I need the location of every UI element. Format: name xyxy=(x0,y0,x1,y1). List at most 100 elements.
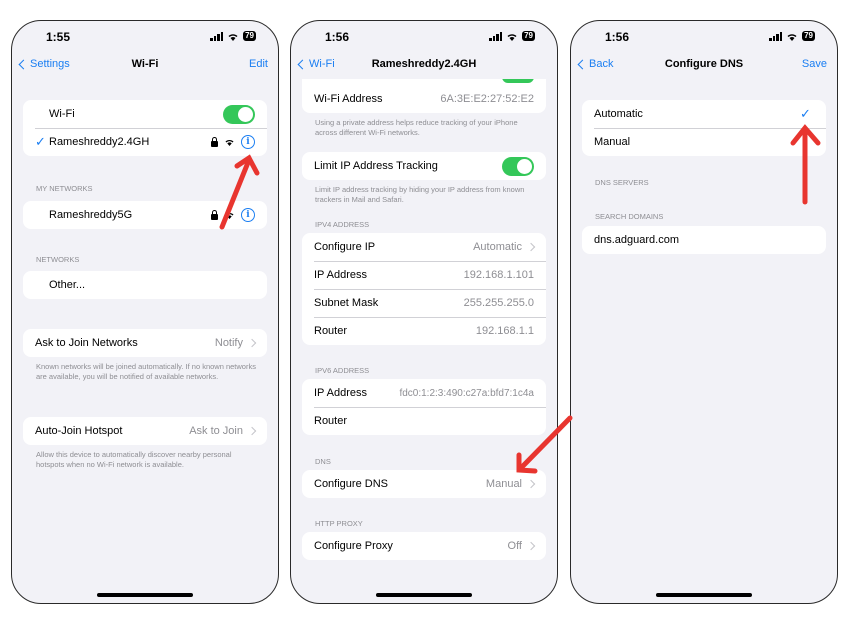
networks-card: Other... xyxy=(23,271,267,299)
back-label: Settings xyxy=(30,58,70,70)
ipv4-row-value: 255.255.255.0 xyxy=(463,297,534,309)
chevron-left-icon xyxy=(18,59,29,69)
ask-join-value: Notify xyxy=(214,337,243,349)
status-bar: 1:56 79 xyxy=(291,29,557,45)
wifi-status-icon xyxy=(507,33,517,41)
limit-ip-toggle[interactable] xyxy=(502,156,534,176)
ipv4-card: Configure IP Automatic IP Address 192.16… xyxy=(302,233,546,345)
phone-screen-network-details: 1:56 79 Wi-Fi Rameshreddy2.4GH Wi-Fi Add… xyxy=(290,20,558,604)
networks-header: NETWORKS xyxy=(36,255,80,264)
ipv4-row-label: Router xyxy=(314,325,348,337)
edit-button[interactable]: Edit xyxy=(249,58,268,70)
subnet-mask-row: Subnet Mask 255.255.255.0 xyxy=(302,289,546,317)
status-time: 1:55 xyxy=(46,30,71,44)
back-label: Wi-Fi xyxy=(309,58,335,70)
ipv6-ip-label: IP Address xyxy=(314,387,367,399)
back-button[interactable]: Settings xyxy=(18,58,70,70)
private-address-toggle[interactable] xyxy=(502,79,534,83)
auto-join-label: Auto-Join Hotspot xyxy=(35,425,123,437)
wifi-signal-icon xyxy=(225,139,234,146)
status-icons: 79 xyxy=(210,31,256,41)
wifi-toggle[interactable] xyxy=(223,104,255,124)
wifi-address-row: Wi-Fi Address 6A:3E:E2:27:52:E2 xyxy=(302,85,546,113)
wifi-label: Wi-Fi xyxy=(49,108,75,120)
ask-join-label: Ask to Join Networks xyxy=(35,337,138,349)
chevron-right-icon xyxy=(526,541,536,551)
checkmark-icon: ✓ xyxy=(800,106,811,121)
ask-join-footer: Known networks will be joined automatica… xyxy=(36,362,256,381)
auto-join-row[interactable]: Auto-Join Hotspot Ask to Join xyxy=(23,417,267,445)
save-button[interactable]: Save xyxy=(802,58,827,70)
wifi-status-icon xyxy=(787,33,797,41)
wifi-toggle-row: Wi-Fi xyxy=(23,100,267,128)
home-indicator xyxy=(656,593,752,597)
automatic-option[interactable]: Automatic ✓ xyxy=(582,100,826,128)
search-domains-header: SEARCH DOMAINS xyxy=(595,212,664,221)
configure-dns-label: Configure DNS xyxy=(314,478,388,490)
ipv4-row-label: Configure IP xyxy=(314,241,376,253)
dns-header: DNS xyxy=(315,457,331,466)
nav-bar: Back Configure DNS Save xyxy=(571,58,837,74)
chevron-right-icon xyxy=(247,426,257,436)
ipv4-row-label: Subnet Mask xyxy=(314,297,379,309)
search-domains-card: dns.adguard.com xyxy=(582,226,826,254)
phone-screen-configure-dns: 1:56 79 Back Configure DNS Save Automati… xyxy=(570,20,838,604)
cellular-signal-icon xyxy=(210,31,224,41)
chevron-right-icon xyxy=(526,242,536,252)
connected-network-row[interactable]: ✓ Rameshreddy2.4GH i xyxy=(23,128,267,156)
home-indicator xyxy=(376,593,472,597)
limit-ip-row: Limit IP Address Tracking xyxy=(302,152,546,180)
my-networks-header: MY NETWORKS xyxy=(36,184,93,193)
status-bar: 1:55 79 xyxy=(12,29,278,45)
my-network-name: Rameshreddy5G xyxy=(49,209,133,221)
chevron-right-icon xyxy=(247,338,257,348)
battery-icon: 79 xyxy=(802,31,815,41)
ipv6-router-label: Router xyxy=(314,415,348,427)
status-icons: 79 xyxy=(489,31,535,41)
back-label: Back xyxy=(589,58,614,70)
http-proxy-header: HTTP PROXY xyxy=(315,519,363,528)
other-network-row[interactable]: Other... xyxy=(23,271,267,299)
back-button[interactable]: Back xyxy=(577,58,614,70)
info-icon[interactable]: i xyxy=(241,135,255,149)
dns-card: Configure DNS Manual xyxy=(302,470,546,498)
search-domain-value: dns.adguard.com xyxy=(594,234,679,246)
limit-ip-card: Limit IP Address Tracking xyxy=(302,152,546,180)
phone-screen-wifi: 1:55 79 Settings Wi-Fi Edit Wi-Fi ✓ Rame… xyxy=(11,20,279,604)
automatic-label: Automatic xyxy=(594,108,643,120)
configure-dns-row[interactable]: Configure DNS Manual xyxy=(302,470,546,498)
ipv4-row-value: Automatic xyxy=(473,241,522,253)
chevron-left-icon xyxy=(297,59,308,69)
connected-network-name: Rameshreddy2.4GH xyxy=(49,136,150,148)
wifi-address-card: Wi-Fi Address 6A:3E:E2:27:52:E2 xyxy=(302,79,546,113)
proxy-card: Configure Proxy Off xyxy=(302,532,546,560)
my-network-row[interactable]: Rameshreddy5G i xyxy=(23,201,267,229)
ask-join-row[interactable]: Ask to Join Networks Notify xyxy=(23,329,267,357)
status-icons: 79 xyxy=(769,31,815,41)
search-domain-row[interactable]: dns.adguard.com xyxy=(582,226,826,254)
configure-proxy-row[interactable]: Configure Proxy Off xyxy=(302,532,546,560)
battery-icon: 79 xyxy=(243,31,256,41)
auto-join-value: Ask to Join xyxy=(189,425,243,437)
ipv4-row-label: IP Address xyxy=(314,269,367,281)
checkmark-icon: ✓ xyxy=(35,134,46,149)
ipv4-row-value: 192.168.1.1 xyxy=(475,325,534,337)
ipv4-row-value: 192.168.1.101 xyxy=(463,269,534,281)
manual-label: Manual xyxy=(594,136,631,148)
wifi-address-label: Wi-Fi Address xyxy=(314,93,383,105)
wifi-signal-icon xyxy=(225,212,234,219)
ipv6-card: IP Address fdc0:1:2:3:490:c27a:bfd7:1c4a… xyxy=(302,379,546,435)
chevron-left-icon xyxy=(577,59,588,69)
manual-option[interactable]: Manual xyxy=(582,128,826,156)
other-label: Other... xyxy=(49,279,86,291)
configure-proxy-value: Off xyxy=(507,540,522,552)
status-time: 1:56 xyxy=(605,30,630,44)
info-icon[interactable]: i xyxy=(241,208,255,222)
auto-join-card: Auto-Join Hotspot Ask to Join xyxy=(23,417,267,445)
ipv6-ip-value: fdc0:1:2:3:490:c27a:bfd7:1c4a xyxy=(399,387,534,399)
dns-servers-header: DNS SERVERS xyxy=(595,178,649,187)
wifi-address-value: 6A:3E:E2:27:52:E2 xyxy=(440,93,534,105)
battery-icon: 79 xyxy=(522,31,535,41)
configure-ip-row[interactable]: Configure IP Automatic xyxy=(302,233,546,261)
back-button[interactable]: Wi-Fi xyxy=(297,58,335,70)
